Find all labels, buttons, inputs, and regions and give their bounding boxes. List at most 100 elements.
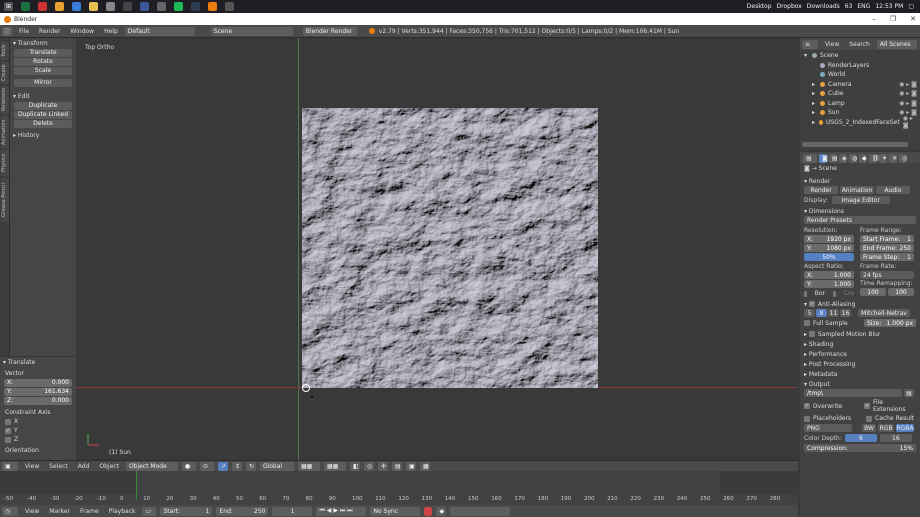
crop-checkbox[interactable] [833,290,836,297]
vp-menu-view[interactable]: View [20,463,44,470]
timeline[interactable]: -50 -40 -30 -20 -10 0 10 20 30 40 50 60 70 80 90 100 110… [0,471,798,505]
disclosure-triangle-icon[interactable]: ▸ [812,81,817,88]
viewport-editor-type-icon[interactable]: ▣ [2,461,18,471]
visibility-toggle-icon[interactable]: ◉ ▸ ◙ [899,100,917,107]
vector-x-field[interactable]: X: 0.000 [4,379,72,387]
aa-checkbox[interactable]: ✓ [808,301,815,307]
properties-editor-type-icon[interactable]: ▤ [803,154,817,163]
layers-grid-a[interactable]: ▦▦ [297,461,320,471]
duplicate-linked-button[interactable]: Duplicate Linked [14,111,72,119]
clock[interactable]: 12:53 PM [875,3,903,10]
tl-menu-view[interactable]: View [20,508,44,515]
tl-menu-frame[interactable]: Frame [75,508,104,515]
transform-orientation-select[interactable]: Global [259,461,294,471]
render-section-header[interactable]: ▾ Render [800,176,920,186]
battery-level[interactable]: 63 [845,3,853,10]
proportional-edit-icon[interactable]: ◎ [363,461,374,471]
editor-type-icon[interactable]: ⓘ [2,26,12,36]
checkbox-z-box[interactable] [5,436,11,443]
lock-layer-icon[interactable]: ◧ [349,461,360,471]
remap-old-field[interactable]: 100 [860,288,886,296]
tray-dropbox[interactable]: Dropbox [777,3,802,10]
snap-target-icon[interactable]: ▤ [391,461,402,471]
data-tab-icon[interactable]: ☀ [889,154,897,163]
app-red-icon[interactable] [38,2,47,11]
constraint-x-checkbox[interactable]: X [5,418,71,425]
rgb-button[interactable]: RGB [878,424,894,432]
resolution-y-field[interactable]: Y: 1080 px [804,244,854,252]
frame-step-prop[interactable]: Frame Step: 1 [860,253,914,261]
frame-rate-select[interactable]: 24 fps [860,271,914,279]
tab-grease-pencil[interactable]: Grease Pencil [1,178,9,222]
performance-section-header[interactable]: ▸ Performance [800,349,920,359]
aa-section-header[interactable]: ▾ ✓ Anti-Aliasing [800,299,920,309]
aa-samples-16[interactable]: 16 [840,309,851,317]
app-icon[interactable] [157,2,166,11]
tl-menu-playback[interactable]: Playback [104,508,141,515]
app2-icon[interactable] [191,2,200,11]
physics-tab-icon[interactable]: ◎ [899,154,907,163]
visibility-toggle-icon[interactable]: ◉ ▸ ◙ [899,90,917,97]
disclosure-triangle-icon[interactable]: ▸ [812,90,817,97]
file-extensions-checkbox[interactable]: ✓ [864,403,870,409]
disclosure-triangle-icon[interactable]: ▸ [812,119,816,126]
disclosure-triangle-icon[interactable]: ▾ [804,52,809,59]
translate-manipulator-icon[interactable]: ↕ [231,461,242,471]
tray-downloads[interactable]: Downloads [807,3,840,10]
tab-tools[interactable]: Tools [1,42,9,60]
layers-grid-b[interactable]: ▦▦ [323,461,346,471]
facebook-icon[interactable] [140,2,149,11]
spotify-icon[interactable] [174,2,183,11]
motion-blur-checkbox[interactable] [808,331,815,337]
end-frame-prop[interactable]: End Frame: 250 [860,244,914,252]
windows-icon[interactable]: ⊞ [4,2,13,11]
animation-button[interactable]: Animation [840,186,874,194]
render-presets-select[interactable]: Render Presets [804,216,916,224]
scale-button[interactable]: Scale [14,67,72,75]
checkbox-x-box[interactable] [5,418,11,425]
outliner-scrollbar[interactable] [802,142,908,147]
aa-filter-select[interactable]: Mitchell-Netrav [858,309,910,317]
vp-menu-object[interactable]: Object [94,463,124,470]
scene-tab-icon[interactable]: ◈ [839,154,847,163]
tab-physics[interactable]: Physics [1,150,9,176]
menu-file[interactable]: File [14,28,34,35]
keying-set-field[interactable] [450,506,511,516]
rgba-button[interactable]: RGBA [896,424,914,432]
notifications-icon[interactable]: ▢ [908,3,914,10]
chrome-icon[interactable] [55,2,64,11]
checkbox-y-box[interactable]: ✓ [5,427,11,434]
disclosure-triangle-icon[interactable]: ▸ [812,100,817,107]
snap-icon[interactable]: ✣ [377,461,388,471]
outliner-item[interactable]: ▸ Cube ◉ ▸ ◙ [800,89,920,99]
tab-create[interactable]: Create [1,62,9,84]
resolution-percentage[interactable]: 50% [804,253,854,261]
edit-panel-header[interactable]: ▾ Edit [10,91,76,101]
end-frame-field[interactable]: End: 250 [216,506,269,516]
aspect-y-field[interactable]: Y: 1.000 [804,280,854,288]
outliner-item[interactable]: ▸ Camera ◉ ▸ ◙ [800,80,920,90]
start-frame-prop[interactable]: Start Frame: 1 [860,235,914,243]
start-frame-field[interactable]: Start: 1 [160,506,213,516]
output-section-header[interactable]: ▾ Output [800,379,920,389]
folder-icon[interactable] [89,2,98,11]
vp-menu-select[interactable]: Select [44,463,73,470]
constraint-z-checkbox[interactable]: Z [5,436,71,443]
outliner-item[interactable]: ▾ Scene [800,51,920,61]
tray-desktop[interactable]: Desktop [747,3,772,10]
rotate-manipulator-icon[interactable]: ↻ [245,461,256,471]
maximize-icon[interactable]: ❐ [890,15,896,23]
aspect-x-field[interactable]: X: 1.000 [804,271,854,279]
rotate-button[interactable]: Rotate [14,58,72,66]
delete-button[interactable]: Delete [14,120,72,128]
timeline-editor-type-icon[interactable]: ◷ [2,506,18,516]
shading-mode-icon[interactable]: ● [181,461,196,471]
aa-samples-5[interactable]: 5 [804,309,815,317]
browser-icon[interactable] [72,2,81,11]
file-format-select[interactable]: PNG [804,424,852,432]
current-frame-field[interactable]: 1 [272,506,313,516]
shading-section-header[interactable]: ▸ Shading [800,339,920,349]
visibility-toggle-icon[interactable]: ◉ ▸ ◙ [899,81,917,88]
language-indicator[interactable]: ENG [857,3,870,10]
aa-samples-8[interactable]: 8 [816,309,827,317]
